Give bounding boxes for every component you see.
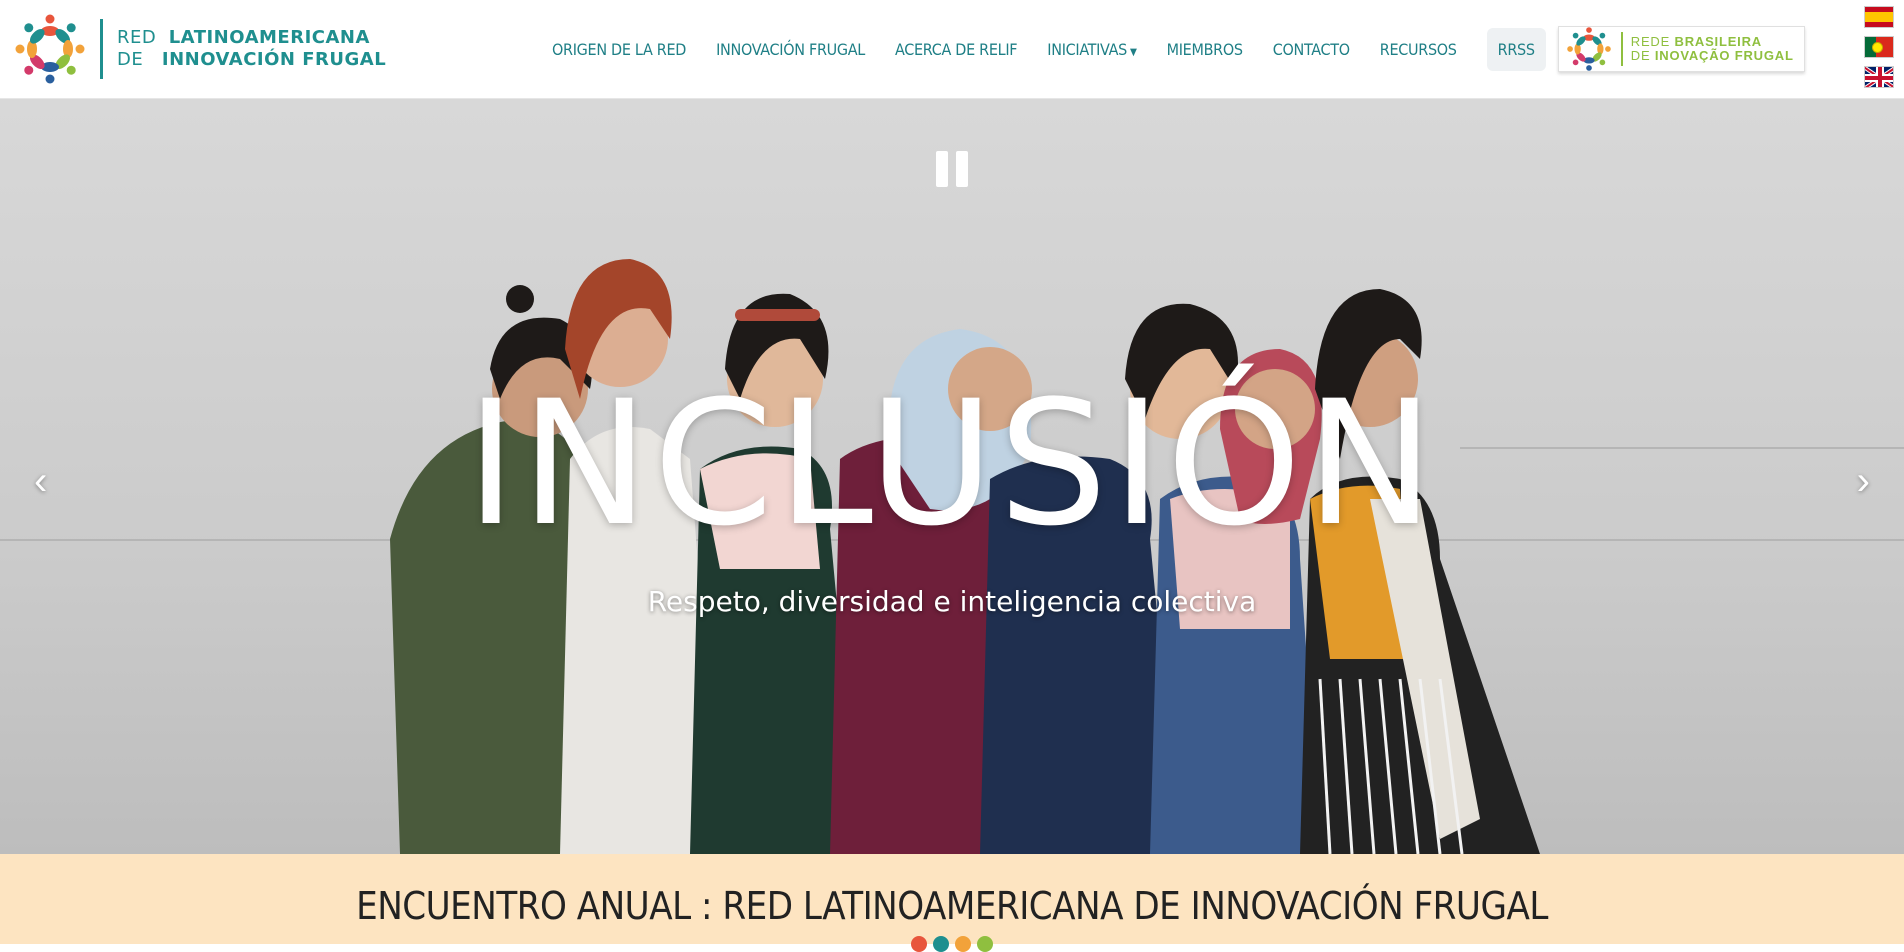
logo-figure-head — [15, 44, 25, 54]
uk-flag-icon[interactable] — [1864, 66, 1894, 88]
caret-down-icon: ▼ — [1129, 46, 1137, 58]
relif-logo-icon — [15, 14, 85, 84]
logo-divider — [100, 19, 103, 79]
logo-figure-head — [1604, 46, 1611, 52]
dot-icon — [911, 936, 927, 952]
nav-contacto[interactable]: CONTACTO — [1273, 40, 1350, 59]
main-nav: ORIGEN DE LA RED INNOVACIÓN FRUGAL ACERC… — [552, 26, 1805, 72]
logo-figure-head — [1572, 32, 1579, 39]
carousel-next-icon[interactable]: › — [1857, 461, 1870, 501]
hero-title: INCLUSIÓN — [465, 363, 1439, 564]
logo-figure-head — [1585, 65, 1592, 71]
carousel-prev-icon[interactable]: ‹ — [34, 461, 47, 501]
nav-iniciativas[interactable]: INICIATIVAS ▼ — [1047, 39, 1137, 59]
rbif-logo-icon — [1566, 27, 1611, 71]
logo-figure-head — [45, 14, 55, 24]
logo-figure-head — [1585, 27, 1592, 33]
nav-recursos[interactable]: RECURSOS — [1380, 40, 1457, 59]
site-header: RED LATINOAMERICANA DE INNOVACIÓN FRUGAL… — [0, 0, 1904, 99]
dot-icon — [977, 936, 993, 952]
logo-figure-head — [24, 65, 34, 75]
hero-subtitle: Respeto, diversidad e inteligencia colec… — [647, 585, 1257, 618]
logo-figure-head — [1572, 59, 1579, 66]
nav-innovacion-frugal[interactable]: INNOVACIÓN FRUGAL — [716, 40, 865, 59]
pause-icon[interactable] — [936, 151, 968, 187]
nav-miembros[interactable]: MIEMBROS — [1167, 40, 1243, 59]
hero-carousel: INCLUSIÓN Respeto, diversidad e intelige… — [0, 99, 1904, 854]
language-switcher — [1864, 6, 1894, 88]
portugal-flag-icon[interactable] — [1864, 36, 1894, 58]
dot-icon — [933, 936, 949, 952]
rbif-divider — [1620, 32, 1623, 66]
nav-rrss[interactable]: RRSS — [1486, 27, 1546, 71]
logo-figure-head — [1599, 59, 1605, 66]
nav-acerca-de-relif[interactable]: ACERCA DE RELIF — [895, 40, 1018, 59]
logo-figure-head — [1599, 32, 1605, 39]
annual-meeting-banner: ENCUENTRO ANUAL : RED LATINOAMERICANA DE… — [0, 854, 1904, 952]
site-logo[interactable]: RED LATINOAMERICANA DE INNOVACIÓN FRUGAL — [12, 14, 386, 84]
spanish-flag-icon[interactable] — [1864, 6, 1894, 28]
dot-icon — [955, 936, 971, 952]
logo-figure-head — [24, 23, 34, 33]
rede-brasileira-link[interactable]: REDE BRASILEIRA DE INOVAÇÃO FRUGAL — [1557, 26, 1805, 72]
logo-figure-head — [45, 74, 55, 84]
rbif-text: REDE BRASILEIRA DE INOVAÇÃO FRUGAL — [1630, 34, 1794, 63]
nav-origen-de-la-red[interactable]: ORIGEN DE LA RED — [552, 40, 686, 59]
banner-title: ENCUENTRO ANUAL : RED LATINOAMERICANA DE… — [356, 884, 1548, 928]
logo-figure-head — [66, 23, 76, 33]
decorative-dots — [911, 936, 993, 952]
nav-iniciativas-label: INICIATIVAS — [1047, 39, 1127, 59]
logo-figure-head — [66, 65, 76, 75]
logo-text: RED LATINOAMERICANA DE INNOVACIÓN FRUGAL — [117, 27, 387, 70]
logo-figure-head — [75, 44, 85, 54]
logo-figure-head — [1566, 46, 1573, 52]
